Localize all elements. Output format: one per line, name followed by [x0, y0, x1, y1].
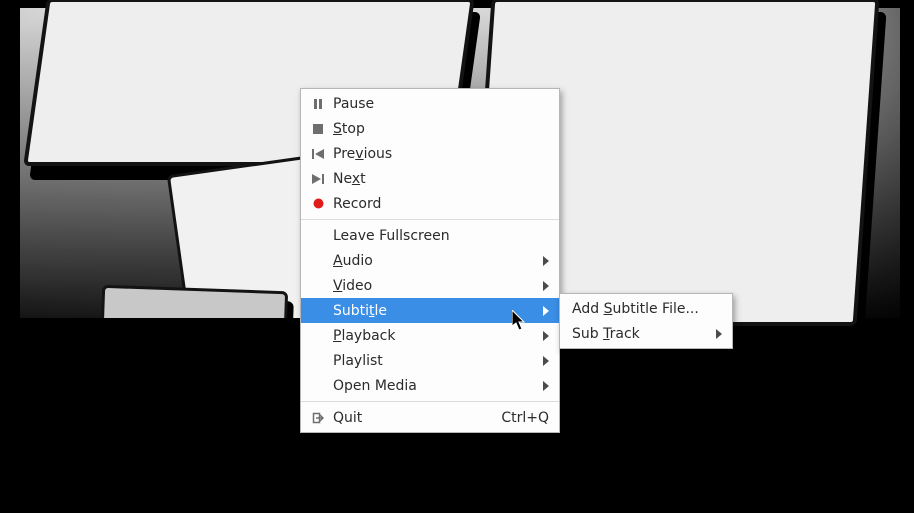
menu-item-playlist[interactable]: Playlist	[301, 348, 559, 373]
menu-item-quit[interactable]: Quit Ctrl+Q	[301, 405, 559, 430]
menu-item-record[interactable]: Record	[301, 191, 559, 216]
menu-item-pause[interactable]: Pause	[301, 91, 559, 116]
blank-icon	[309, 253, 327, 269]
blank-icon	[309, 328, 327, 344]
menu-item-label: Quit	[333, 410, 481, 426]
video-player-viewport: Pause Stop Previous Next Record	[0, 0, 914, 513]
menu-item-label: Subtitle	[333, 303, 523, 319]
chevron-right-icon	[523, 381, 549, 391]
stop-icon	[309, 121, 327, 137]
menu-item-label: Next	[333, 171, 549, 187]
menu-item-label: Pause	[333, 96, 549, 112]
blank-icon	[309, 228, 327, 244]
menu-item-label: Leave Fullscreen	[333, 228, 549, 244]
menu-item-playback[interactable]: Playback	[301, 323, 559, 348]
menu-separator	[301, 219, 559, 220]
menu-separator	[301, 401, 559, 402]
menu-item-label: Audio	[333, 253, 523, 269]
menu-item-label: Add Subtitle File...	[568, 301, 722, 317]
menu-item-label: Sub Track	[568, 326, 696, 342]
menu-item-stop[interactable]: Stop	[301, 116, 559, 141]
subtitle-submenu: Add Subtitle File... Sub Track	[559, 293, 733, 349]
quit-icon	[309, 410, 327, 426]
menu-item-next[interactable]: Next	[301, 166, 559, 191]
menu-item-label: Previous	[333, 146, 549, 162]
chevron-right-icon	[696, 329, 722, 339]
menu-item-label: Open Media	[333, 378, 523, 394]
blank-icon	[309, 378, 327, 394]
chevron-right-icon	[523, 256, 549, 266]
skip-next-icon	[309, 171, 327, 187]
blank-icon	[309, 353, 327, 369]
pause-icon	[309, 96, 327, 112]
blank-icon	[309, 278, 327, 294]
submenu-item-sub-track[interactable]: Sub Track	[560, 321, 732, 346]
menu-item-leave-fullscreen[interactable]: Leave Fullscreen	[301, 223, 559, 248]
menu-item-audio[interactable]: Audio	[301, 248, 559, 273]
chevron-right-icon	[523, 331, 549, 341]
menu-item-previous[interactable]: Previous	[301, 141, 559, 166]
menu-item-label: Video	[333, 278, 523, 294]
menu-item-video[interactable]: Video	[301, 273, 559, 298]
chevron-right-icon	[523, 356, 549, 366]
submenu-item-add-subtitle-file[interactable]: Add Subtitle File...	[560, 296, 732, 321]
menu-item-subtitle[interactable]: Subtitle	[301, 298, 559, 323]
skip-previous-icon	[309, 146, 327, 162]
record-icon	[309, 196, 327, 212]
menu-item-label: Record	[333, 196, 549, 212]
context-menu: Pause Stop Previous Next Record	[300, 88, 560, 433]
blank-icon	[309, 303, 327, 319]
menu-item-label: Playback	[333, 328, 523, 344]
chevron-right-icon	[523, 306, 549, 316]
chevron-right-icon	[523, 281, 549, 291]
menu-item-label: Stop	[333, 121, 549, 137]
menu-item-label: Playlist	[333, 353, 523, 369]
menu-item-open-media[interactable]: Open Media	[301, 373, 559, 398]
menu-item-shortcut: Ctrl+Q	[481, 410, 549, 426]
